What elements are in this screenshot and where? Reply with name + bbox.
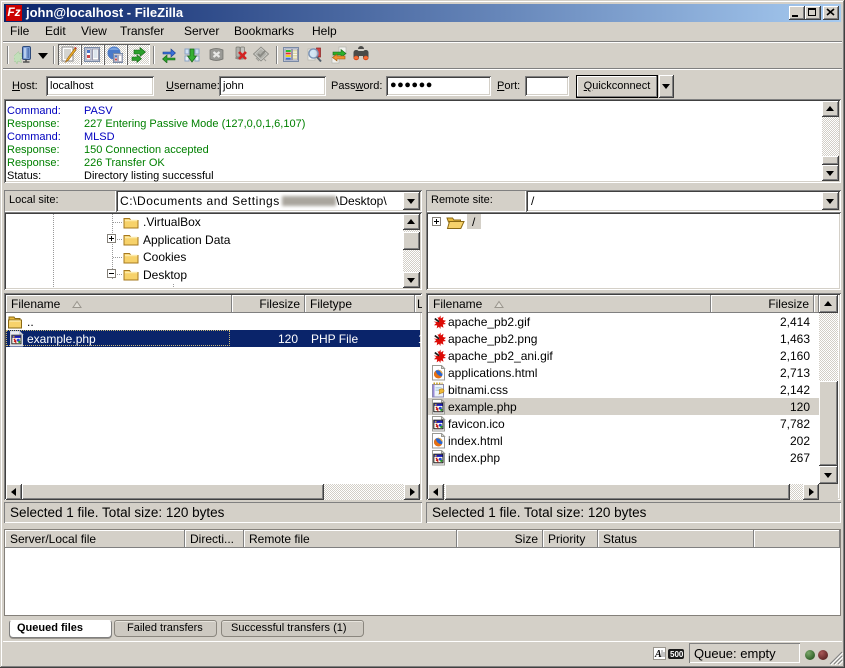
svg-text:500: 500 [670,650,684,659]
svg-text:A: A [654,649,662,660]
